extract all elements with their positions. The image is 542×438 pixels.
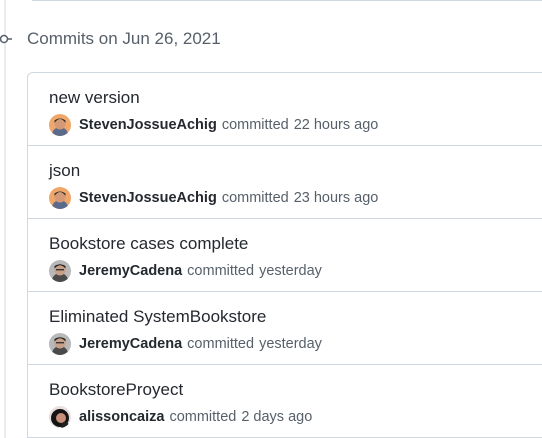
commit-meta: alissoncaiza committed 2 days ago [49, 405, 542, 429]
commit-meta: JeremyCadena committed yesterday [49, 259, 542, 283]
commit-list: new version StevenJossueAchig committed … [27, 72, 542, 438]
commit-list-item: new version StevenJossueAchig committed … [28, 73, 542, 146]
commit-list-item: json StevenJossueAchig committed 23 hour… [28, 146, 542, 219]
commit-time: 22 hours ago [293, 117, 379, 133]
timeline-line [4, 0, 6, 438]
commit-meta: StevenJossueAchig committed 22 hours ago [49, 113, 542, 137]
commit-author-link[interactable]: JeremyCadena [79, 336, 182, 352]
commit-action-text: committed [221, 117, 289, 133]
commit-group-heading: Commits on Jun 26, 2021 [27, 29, 221, 48]
author-avatar[interactable] [49, 406, 71, 428]
commit-author-link[interactable]: StevenJossueAchig [79, 117, 217, 133]
commit-action-text: committed [187, 336, 255, 352]
author-avatar[interactable] [49, 114, 71, 136]
commit-time: 2 days ago [241, 409, 313, 425]
author-avatar[interactable] [49, 333, 71, 355]
commit-meta: JeremyCadena committed yesterday [49, 332, 542, 356]
commit-action-text: committed [169, 409, 237, 425]
commit-list-item: BookstoreProyect alissoncaiza committed … [28, 365, 542, 438]
commit-message-link[interactable]: BookstoreProyect [49, 379, 542, 401]
commit-history-page: Commits on Jun 26, 2021 new version Stev… [0, 0, 542, 438]
commit-action-text: committed [221, 190, 289, 206]
commit-message-link[interactable]: Bookstore cases complete [49, 233, 542, 255]
commit-meta: StevenJossueAchig committed 23 hours ago [49, 186, 542, 210]
author-avatar[interactable] [49, 260, 71, 282]
commit-message-link[interactable]: json [49, 160, 542, 182]
commit-author-link[interactable]: StevenJossueAchig [79, 190, 217, 206]
commit-author-link[interactable]: JeremyCadena [79, 263, 182, 279]
commit-time: yesterday [259, 336, 322, 352]
commit-time: yesterday [259, 263, 322, 279]
commit-time: 23 hours ago [293, 190, 379, 206]
commit-message-link[interactable]: Eliminated SystemBookstore [49, 306, 542, 328]
commit-action-text: committed [187, 263, 255, 279]
top-divider [32, 0, 542, 1]
commit-message-link[interactable]: new version [49, 87, 542, 109]
commit-list-item: Eliminated SystemBookstore JeremyCadena … [28, 292, 542, 365]
author-avatar[interactable] [49, 187, 71, 209]
commit-list-item: Bookstore cases complete JeremyCadena co… [28, 219, 542, 292]
git-commit-icon [0, 34, 12, 44]
commit-author-link[interactable]: alissoncaiza [79, 409, 164, 425]
